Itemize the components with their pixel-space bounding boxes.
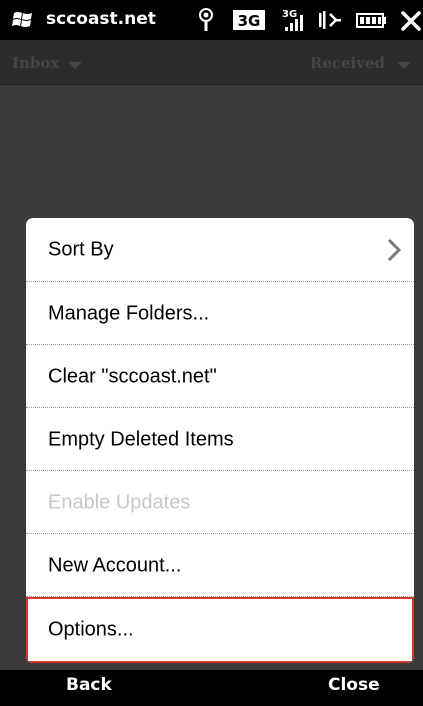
close-icon[interactable]: [399, 7, 423, 33]
menu-item-label: Empty Deleted Items: [48, 428, 234, 450]
menu-item-label: Clear "sccoast.net": [48, 365, 217, 387]
menu-item-clear-account[interactable]: Clear "sccoast.net": [26, 345, 414, 408]
chevron-down-icon[interactable]: [397, 62, 411, 69]
sort-dropdown-label[interactable]: Received: [310, 54, 385, 72]
chevron-right-icon: [387, 238, 402, 261]
antenna-icon[interactable]: [196, 7, 216, 33]
battery-icon[interactable]: [356, 7, 388, 33]
windows-flag-icon[interactable]: [12, 9, 34, 31]
close-softkey[interactable]: Close: [328, 675, 380, 695]
menu-item-label: Enable Updates: [48, 491, 191, 513]
3g-signal-icon[interactable]: 3G: [281, 7, 305, 33]
title-bar: sccoast.net 3G 3G: [0, 0, 423, 40]
menu-item-label: Options...: [48, 618, 134, 641]
menu-item-sort-by[interactable]: Sort By: [26, 218, 414, 281]
softkey-bar: Back Close: [0, 670, 423, 706]
menu-item-label: New Account...: [48, 554, 182, 576]
chevron-down-icon[interactable]: [68, 62, 82, 69]
svg-text:3G: 3G: [282, 9, 297, 20]
menu-item-label: Manage Folders...: [48, 302, 210, 324]
menu-item-empty-deleted-items[interactable]: Empty Deleted Items: [26, 408, 414, 471]
back-softkey[interactable]: Back: [66, 675, 112, 695]
options-menu: Sort By Manage Folders... Clear "sccoast…: [26, 218, 414, 663]
svg-text:3G: 3G: [238, 12, 261, 30]
screen: sccoast.net 3G 3G Inbox Received Sort By…: [0, 0, 423, 706]
speaker-icon[interactable]: [316, 7, 342, 33]
menu-item-enable-updates: Enable Updates: [26, 471, 414, 534]
menu-item-options[interactable]: Options...: [26, 597, 414, 663]
3g-icon[interactable]: 3G: [232, 7, 266, 33]
menu-item-manage-folders[interactable]: Manage Folders...: [26, 282, 414, 345]
inbox-header: Inbox Received: [0, 40, 423, 85]
folder-dropdown-label[interactable]: Inbox: [12, 54, 59, 72]
menu-item-new-account[interactable]: New Account...: [26, 534, 414, 597]
app-title: sccoast.net: [46, 9, 156, 29]
menu-item-label: Sort By: [48, 238, 114, 260]
